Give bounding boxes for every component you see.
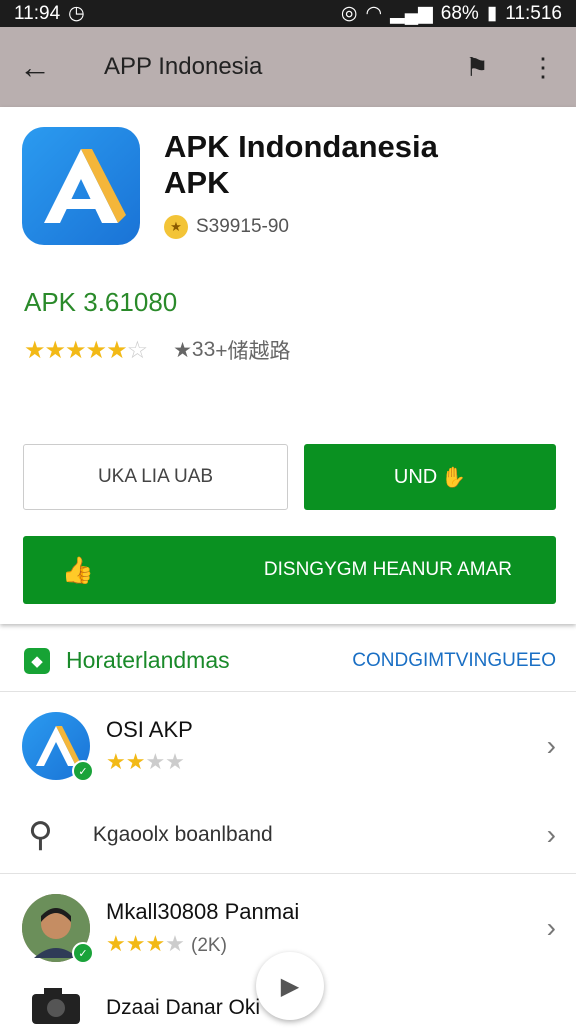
chevron-right-icon: ›	[546, 730, 556, 761]
developer-badge-icon: ★	[164, 215, 188, 239]
list-item[interactable]: ✓ OSI AKP ★★★★ ›	[0, 700, 576, 792]
list-item-stars: ★★★★	[106, 749, 185, 774]
rating-count-icon: ★	[173, 338, 192, 362]
wide-action-button[interactable]: 👍 DISNGYGM HEANUR AMAR	[23, 536, 556, 604]
clock-icon: ◷	[68, 3, 85, 24]
more-options-icon[interactable]: ⋮	[510, 52, 576, 83]
alarm-icon: ◎	[340, 3, 358, 24]
section-link[interactable]: CONDGIMTVINGUEEO	[352, 650, 556, 672]
section-header: ◆ Horaterlandmas CONDGIMTVINGUEEO	[0, 630, 576, 692]
battery-icon: ▮	[486, 3, 498, 24]
rating-stars: ★★★★★☆	[24, 336, 148, 364]
list-item-title: OSI AKP	[106, 717, 193, 742]
app-detail-card: APK Indondanesia APK ★ S39915-90 APK 3.6…	[0, 107, 576, 624]
rating-suffix: +储越路	[215, 340, 291, 363]
list-item-title: Mkall30808 Panmai	[106, 899, 300, 924]
thumbs-up-icon: 👍	[61, 554, 95, 585]
app-avatar-icon: ✓	[22, 712, 94, 782]
app-logo-icon	[22, 127, 140, 245]
developer-name: S39915-90	[196, 216, 289, 237]
list-item[interactable]: ⚲ Kgaoolx boanlband ›	[0, 796, 576, 874]
app-version: APK 3.61080	[24, 287, 178, 317]
review-count: (2K)	[191, 935, 227, 956]
rating-row: ★★★★★☆ ★ 33 +储越路	[24, 335, 291, 365]
user-avatar: ✓	[22, 894, 94, 964]
camera-thumbnail-icon	[22, 980, 90, 1026]
list-item-title: Dzaai Danar Oki	[106, 996, 261, 1019]
report-flag-icon[interactable]: ⚑	[444, 52, 510, 83]
rating-count: 33	[191, 338, 216, 361]
app-bar-title: APP Indonesia	[104, 53, 263, 80]
play-icon: ▶	[280, 972, 300, 1000]
verified-check-icon: ✓	[72, 942, 94, 964]
verified-check-icon: ✓	[72, 760, 94, 782]
developer-info[interactable]: ★ S39915-90	[164, 215, 289, 239]
status-time-left: 11:94	[14, 2, 61, 24]
hand-icon: ✋	[441, 466, 467, 489]
list-item-title: Kgaoolx boanlband	[92, 822, 273, 846]
status-bar: 11:94 ◷ ◎ ◠ ▂▄▆ 68% ▮ 11:516	[0, 0, 576, 27]
battery-text: 68%	[440, 2, 479, 24]
section-title: Horaterlandmas	[66, 647, 230, 673]
signal-icon: ▂▄▆	[390, 3, 433, 24]
list-item-stars: ★★★★ (2K)	[106, 931, 227, 956]
install-button[interactable]: UND ✋	[304, 444, 556, 510]
chevron-right-icon: ›	[546, 818, 556, 850]
wifi-icon: ◠	[365, 3, 383, 24]
search-icon: ⚲	[28, 815, 53, 854]
play-button[interactable]: ▶	[256, 952, 324, 1020]
section-icon: ◆	[24, 647, 50, 674]
app-bar: ← APP Indonesia ⚑ ⋮	[0, 27, 576, 107]
status-time-right: 11:516	[505, 2, 562, 24]
app-name: APK Indondanesia APK	[164, 129, 438, 200]
secondary-button[interactable]: UKA LIA UAB	[23, 444, 288, 510]
back-arrow-icon[interactable]: ←	[0, 49, 70, 86]
chevron-right-icon: ›	[546, 912, 556, 943]
